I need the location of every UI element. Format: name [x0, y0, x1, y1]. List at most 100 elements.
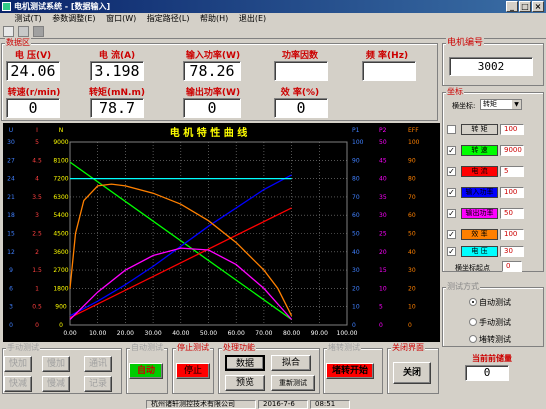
speed-label: 转速(r/min)	[7, 88, 61, 98]
left-tick-label: 9	[9, 267, 13, 274]
x-tick-label: 60.00	[228, 330, 245, 337]
right-axis-name: P1	[352, 127, 360, 134]
slow-decrease-button[interactable]: 慢减	[42, 376, 70, 392]
right-tick-label: 40	[352, 249, 360, 256]
menu-window[interactable]: 窗口(W)	[102, 13, 140, 25]
auto-button[interactable]: 自动	[129, 363, 163, 379]
menu-path[interactable]: 指定路径(L)	[143, 13, 194, 25]
right-tick-label: 30	[379, 212, 387, 219]
left-tick-label: 9000	[53, 139, 68, 146]
left-tick-label: 0	[35, 322, 39, 329]
right-tick-label: 70	[408, 194, 416, 201]
left-tick-label: 2	[35, 249, 39, 256]
axis-checkbox[interactable]: ✓	[447, 146, 456, 155]
new-icon[interactable]	[3, 26, 14, 37]
axis-checkbox[interactable]: ✓	[447, 247, 456, 256]
axis-checkbox[interactable]: ✓	[447, 188, 456, 197]
lock-test-radio[interactable]	[469, 335, 477, 343]
x-tick-label: 0.00	[63, 330, 77, 337]
axis-scale-input[interactable]: 5	[500, 166, 524, 177]
axis-scale-input[interactable]: 100	[500, 229, 524, 240]
right-tick-label: 20	[379, 249, 387, 256]
menu-help[interactable]: 帮助(H)	[196, 13, 232, 25]
right-axis-name: P2	[379, 127, 387, 134]
status-company: 杭州诸轩测控技术有限公司	[146, 400, 256, 409]
left-tick-label: 3	[35, 212, 39, 219]
left-tick-label: 18	[7, 212, 15, 219]
voltage-value: 24.06	[6, 61, 60, 81]
left-tick-label: 4	[35, 176, 39, 183]
axis-panel: 坐标	[442, 86, 544, 272]
print-icon[interactable]	[33, 26, 44, 37]
right-tick-label: 90	[408, 157, 416, 164]
saved-count-label: 当前前储量	[472, 354, 512, 363]
slow-increase-button[interactable]: 慢加	[42, 356, 70, 372]
communication-button[interactable]: 通讯	[84, 356, 112, 372]
axis-series-label: 转 速	[461, 145, 498, 156]
left-tick-label: 2700	[53, 267, 68, 274]
close-button[interactable]: 关闭	[393, 362, 431, 384]
right-tick-label: 40	[408, 249, 416, 256]
axis-checkbox[interactable]: ✓	[447, 209, 456, 218]
right-tick-label: 100	[352, 139, 364, 146]
maximize-button[interactable]: □	[519, 1, 531, 12]
menu-test[interactable]: 测试(T)	[11, 13, 46, 25]
manual-test-label: 手动测试	[479, 318, 511, 327]
origin-label: 横坐标起点	[455, 264, 490, 272]
x-tick-label: 10.00	[89, 330, 106, 337]
axis-scale-input[interactable]: 100	[500, 187, 524, 198]
app-icon	[2, 2, 11, 11]
lock-start-button[interactable]: 堵转开始	[326, 363, 374, 379]
menu-exit[interactable]: 退出(E)	[235, 13, 270, 25]
torque-value: 78.7	[90, 98, 144, 118]
menu-param[interactable]: 参数调整(E)	[48, 13, 99, 25]
left-tick-label: 0	[59, 322, 63, 329]
close-window-button[interactable]: ×	[532, 1, 544, 12]
axis-checkbox[interactable]	[447, 125, 456, 134]
fast-decrease-button[interactable]: 快减	[4, 376, 32, 392]
axis-panel-title: 坐标	[446, 86, 464, 98]
saved-count-value: 0	[465, 365, 509, 381]
minimize-button[interactable]: _	[506, 1, 518, 12]
right-tick-label: 15	[379, 267, 387, 274]
right-tick-label: 25	[379, 231, 387, 238]
fast-increase-button[interactable]: 快加	[4, 356, 32, 372]
motor-number-value[interactable]: 3002	[449, 57, 533, 76]
record-button[interactable]: 记录	[84, 376, 112, 392]
axis-scale-input[interactable]: 30	[500, 246, 524, 257]
status-time: 08:51	[310, 400, 350, 409]
manual-test-radio[interactable]	[469, 318, 477, 326]
axis-scale-input[interactable]: 50	[500, 208, 524, 219]
close-group-title: 关闭界面	[391, 342, 425, 354]
left-tick-label: 5400	[53, 212, 68, 219]
retest-button[interactable]: 重新测试	[271, 375, 315, 391]
axis-checkbox[interactable]: ✓	[447, 230, 456, 239]
left-tick-label: 24	[7, 176, 15, 183]
left-axis-name: N	[59, 127, 64, 134]
x-tick-label: 70.00	[255, 330, 272, 337]
stop-button[interactable]: 停止	[176, 363, 210, 379]
fit-button[interactable]: 拟合	[271, 355, 311, 371]
characteristic-chart: 电 机 特 性 曲 线U302724211815129630I54.543.53…	[3, 123, 440, 342]
axis-scale-input[interactable]: 9000	[500, 145, 524, 156]
preview-button[interactable]: 预览	[225, 375, 265, 391]
right-tick-label: 45	[379, 157, 387, 164]
axis-scale-input[interactable]: 100	[500, 124, 524, 135]
left-tick-label: 7200	[53, 176, 68, 183]
x-axis-select[interactable]: 转矩 ▼	[480, 99, 522, 110]
x-tick-label: 40.00	[172, 330, 189, 337]
chevron-down-icon: ▼	[512, 100, 521, 109]
axis-checkbox[interactable]: ✓	[447, 167, 456, 176]
auto-test-radio[interactable]	[469, 298, 477, 306]
left-tick-label: 1	[35, 285, 39, 292]
data-button[interactable]: 数据	[225, 355, 265, 371]
x-tick-label: 80.00	[283, 330, 300, 337]
open-icon[interactable]	[18, 26, 29, 37]
right-tick-label: 20	[352, 285, 360, 292]
right-tick-label: 0	[352, 322, 356, 329]
origin-input[interactable]: 0	[502, 261, 522, 272]
axis-series-label: 输入功率	[461, 187, 498, 198]
right-tick-label: 100	[408, 139, 420, 146]
chart-title: 电 机 特 性 曲 线	[170, 126, 247, 139]
left-tick-label: 0.5	[32, 304, 42, 311]
